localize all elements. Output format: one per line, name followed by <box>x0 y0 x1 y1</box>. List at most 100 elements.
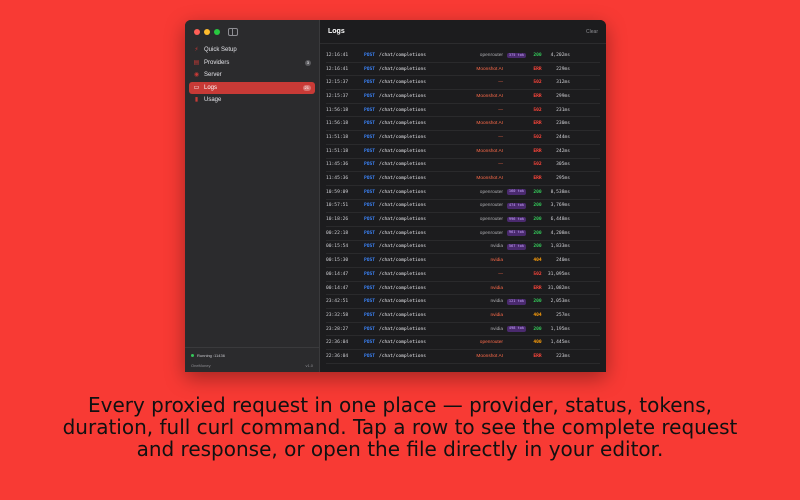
status-dot-icon <box>191 354 194 357</box>
log-method: POST <box>364 340 376 346</box>
sidebar-toggle-icon[interactable] <box>228 28 238 36</box>
log-path: /chat/completions <box>379 176 427 182</box>
log-row[interactable]: 11:51:18 POST/chat/completions Moonshot AI… <box>326 145 600 159</box>
log-method: POST <box>364 148 376 154</box>
globe-icon: ◉ <box>193 72 200 78</box>
log-method: POST <box>364 299 376 305</box>
log-provider: Moonshot AI <box>476 121 503 127</box>
log-status: 404 <box>533 312 542 318</box>
log-status: ERR <box>533 66 542 72</box>
log-row[interactable]: 12:16:41 POST/chat/completions openrouter 3… <box>326 49 600 63</box>
log-duration: 223ms <box>556 353 570 359</box>
log-row[interactable]: 00:15:30 POST/chat/completions nvidia 404 24… <box>326 254 600 268</box>
server-status-text: Running :11436 <box>197 353 225 358</box>
sidebar-item-providers[interactable]: ▤ Providers 3 <box>189 57 315 69</box>
log-path: /chat/completions <box>379 258 427 264</box>
log-provider: Moonshot AI <box>476 66 503 72</box>
log-path: /chat/completions <box>379 230 427 236</box>
token-badge: 474 tok <box>506 203 527 209</box>
clear-logs-button[interactable]: Clear <box>586 29 598 35</box>
log-provider: — <box>498 80 503 86</box>
log-duration: 295ms <box>556 176 570 182</box>
log-row[interactable]: 22:36:04 POST/chat/completions openrouter 4… <box>326 336 600 351</box>
log-duration: 229ms <box>556 66 570 72</box>
log-row[interactable]: 00:14:47 POST/chat/completions nvidia ERR 31… <box>326 282 600 296</box>
bar-chart-icon: ▮ <box>194 97 199 103</box>
log-method: POST <box>364 326 376 332</box>
log-list: 12:16:41 POST/chat/completions openrouter 3… <box>320 44 606 364</box>
log-provider: openrouter <box>479 230 503 236</box>
log-duration: 6,448ms <box>550 217 570 223</box>
log-method: POST <box>364 271 376 277</box>
log-row[interactable]: 00:15:54 POST/chat/completions nvidia 567 t… <box>326 241 600 255</box>
log-path: /chat/completions <box>379 107 427 113</box>
app-name: OneMoney <box>191 363 211 368</box>
token-badge: 961 tok <box>506 230 527 237</box>
log-method: POST <box>364 285 376 291</box>
sidebar-item-server[interactable]: ◉ Server <box>189 69 315 81</box>
log-row[interactable]: 12:16:41 POST/chat/completions Moonshot AI… <box>326 63 600 77</box>
log-method: POST <box>364 353 376 359</box>
log-row[interactable]: 11:56:18 POST/chat/completions — 502 231ms <box>326 104 600 118</box>
log-row[interactable]: 11:56:18 POST/chat/completions Moonshot AI… <box>326 117 600 132</box>
log-row[interactable]: 11:45:36 POST/chat/completions Moonshot AI… <box>326 172 600 186</box>
log-time: 11:51:18 <box>326 148 349 154</box>
log-row[interactable]: 11:51:18 POST/chat/completions — 502 244ms <box>326 131 600 145</box>
log-time: 22:36:04 <box>326 353 349 359</box>
log-tokens: 160 tok <box>503 189 530 196</box>
minimize-window-button[interactable] <box>204 29 210 35</box>
log-method: POST <box>364 230 376 236</box>
log-time: 00:22:18 <box>326 230 349 236</box>
log-row[interactable]: 23:42:51 POST/chat/completions nvidia 121 t… <box>326 295 600 310</box>
log-provider: nvidia <box>490 299 503 305</box>
sidebar-item-label: Logs <box>204 84 218 91</box>
log-time: 00:14:47 <box>326 271 349 277</box>
log-status: ERR <box>533 93 542 99</box>
log-status: 200 <box>533 244 542 250</box>
log-path: /chat/completions <box>379 244 427 250</box>
log-method: POST <box>364 244 376 250</box>
log-time: 11:56:18 <box>326 121 349 127</box>
bolt-icon: ⚡ <box>194 47 199 53</box>
log-path: /chat/completions <box>379 271 427 277</box>
log-status: 200 <box>533 217 542 223</box>
log-row[interactable]: 23:32:58 POST/chat/completions nvidia 404 25… <box>326 309 600 323</box>
zoom-window-button[interactable] <box>214 29 220 35</box>
log-status: 502 <box>533 80 542 86</box>
log-row[interactable]: 12:15:37 POST/chat/completions Moonshot AI… <box>326 90 600 104</box>
log-row[interactable]: 10:57:51 POST/chat/completions openrouter 4… <box>326 200 600 214</box>
log-path: /chat/completions <box>379 340 427 346</box>
log-duration: 3,769ms <box>550 203 570 209</box>
log-time: 23:32:58 <box>326 312 349 318</box>
log-row[interactable]: 12:15:37 POST/chat/completions — 502 312ms <box>326 76 600 91</box>
log-row[interactable]: 00:14:47 POST/chat/completions — 502 31,095m… <box>326 268 600 282</box>
log-status: 200 <box>533 230 542 236</box>
log-provider: nvidia <box>490 285 503 291</box>
log-duration: 299ms <box>556 93 570 99</box>
log-row[interactable]: 00:22:18 POST/chat/completions openrouter 9… <box>326 227 600 241</box>
log-provider: — <box>498 162 503 168</box>
count-badge: 21 <box>302 84 311 91</box>
log-provider: openrouter <box>479 203 503 209</box>
close-window-button[interactable] <box>194 29 200 35</box>
sidebar-item-usage[interactable]: ▮ Usage <box>189 94 315 106</box>
log-row[interactable]: 22:36:04 POST/chat/completions Moonshot AI… <box>326 350 600 364</box>
log-duration: 4,208ms <box>550 230 570 236</box>
log-duration: 240ms <box>556 258 570 264</box>
log-row[interactable]: 23:28:27 POST/chat/completions nvidia 498 t… <box>326 323 600 337</box>
log-path: /chat/completions <box>379 189 427 195</box>
sidebar-item-logs[interactable]: ▭ Logs 21 <box>189 81 315 94</box>
app-info: OneMoney v1.0 <box>191 363 313 368</box>
log-row[interactable]: 10:59:09 POST/chat/completions openrouter 1… <box>326 186 600 200</box>
log-path: /chat/completions <box>379 80 427 86</box>
log-path: /chat/completions <box>379 326 427 332</box>
sidebar-item-quick-setup[interactable]: ⚡ Quick Setup <box>189 44 315 56</box>
log-provider: Moonshot AI <box>476 93 503 99</box>
sidebar-item-label: Usage <box>204 97 222 103</box>
log-tokens: 474 tok <box>503 203 530 209</box>
log-row[interactable]: 11:45:36 POST/chat/completions — 502 305ms <box>326 159 600 173</box>
log-row[interactable]: 10:18:26 POST/chat/completions openrouter 9… <box>326 213 600 227</box>
log-time: 10:59:09 <box>326 189 349 195</box>
log-provider: — <box>498 107 503 113</box>
sidebar-footer: Running :11436 OneMoney v1.0 <box>185 347 319 372</box>
